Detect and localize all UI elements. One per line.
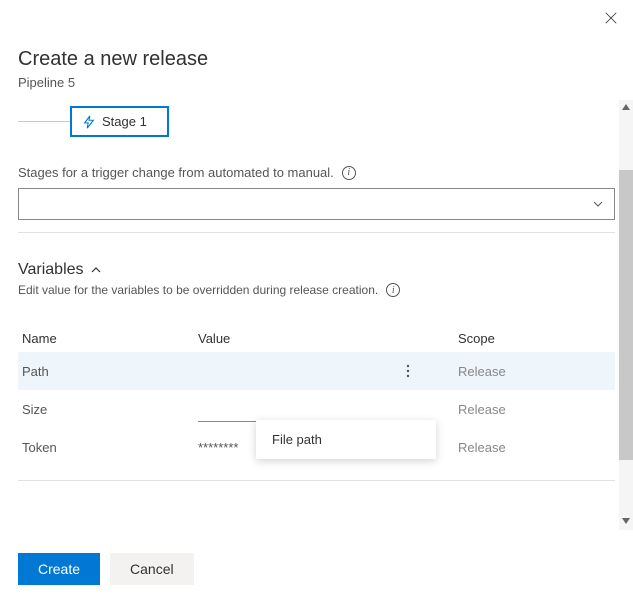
stage-lightning-icon (82, 115, 96, 129)
var-name: Size (18, 402, 198, 417)
trigger-label-row: Stages for a trigger change from automat… (18, 165, 615, 180)
var-name: Path (18, 364, 198, 379)
trigger-dropdown[interactable] (18, 188, 615, 220)
var-scope: Release (438, 402, 615, 417)
variables-title: Variables (18, 261, 84, 279)
variables-description: Edit value for the variables to be overr… (18, 283, 378, 297)
footer: Create Cancel (18, 553, 194, 585)
var-scope: Release (438, 364, 615, 379)
var-scope: Release (438, 440, 615, 455)
variables-desc-row: Edit value for the variables to be overr… (18, 283, 615, 297)
context-menu: File path (256, 420, 436, 459)
kebab-icon (406, 364, 410, 378)
cancel-button[interactable]: Cancel (110, 553, 194, 585)
info-icon[interactable]: i (342, 166, 356, 180)
page-title: Create a new release (18, 48, 615, 71)
col-header-value: Value (198, 331, 438, 346)
close-icon (604, 11, 618, 25)
stage-label: Stage 1 (102, 114, 147, 129)
divider (18, 232, 615, 233)
variables-header[interactable]: Variables (18, 261, 615, 279)
scrollbar-thumb[interactable] (619, 170, 633, 460)
pipeline-subtitle: Pipeline 5 (18, 75, 615, 90)
info-icon[interactable]: i (386, 283, 400, 297)
variables-table-header: Name Value Scope (18, 325, 615, 352)
create-button[interactable]: Create (18, 553, 100, 585)
menu-item-file-path[interactable]: File path (272, 432, 420, 447)
chevron-up-icon (90, 264, 102, 276)
col-header-scope: Scope (438, 331, 615, 346)
chevron-down-icon (592, 198, 604, 210)
scroll-down-icon[interactable] (621, 516, 631, 526)
col-header-name: Name (18, 331, 198, 346)
close-button[interactable] (601, 8, 621, 28)
divider (18, 480, 615, 481)
var-name: Token (18, 440, 198, 455)
var-value-input[interactable] (198, 396, 398, 422)
scroll-up-icon[interactable] (621, 102, 631, 112)
stage-row: Stage 1 (18, 106, 615, 137)
var-value-input[interactable] (198, 358, 398, 384)
stage-connector-line (18, 121, 70, 122)
var-value-cell (198, 396, 438, 422)
var-value-cell (198, 358, 438, 384)
more-button[interactable] (398, 358, 418, 384)
stage-box[interactable]: Stage 1 (70, 106, 169, 137)
table-row[interactable]: Path Release (18, 352, 615, 390)
trigger-label: Stages for a trigger change from automat… (18, 165, 334, 180)
